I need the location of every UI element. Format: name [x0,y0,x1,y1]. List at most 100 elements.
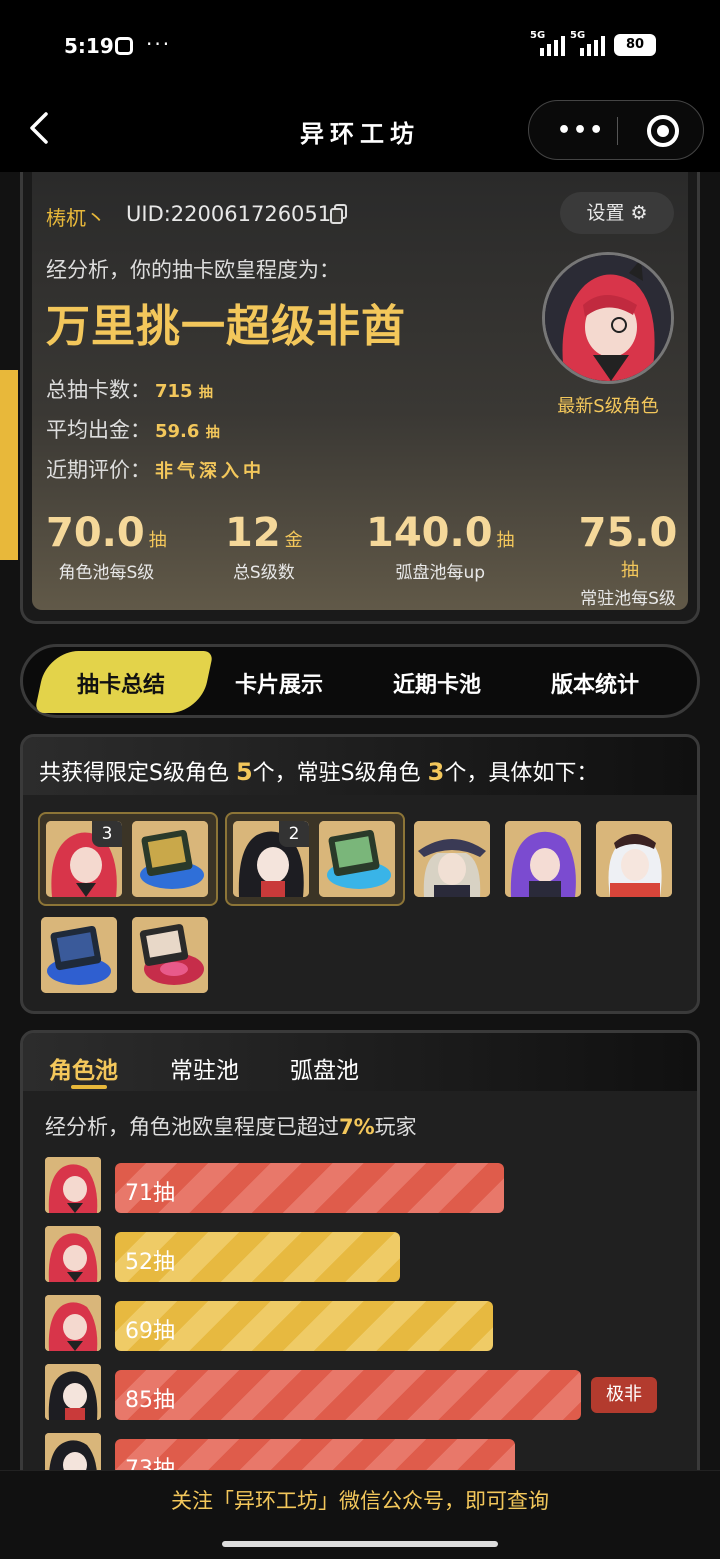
user-name: 梼杌丶 [46,206,106,230]
character-avatar [45,1157,101,1213]
pull-bar-row: 69抽 [45,1295,675,1353]
footer: 关注「异环工坊」微信公众号，即可查询 [0,1470,720,1559]
pull-bar-label: 71抽 [125,1181,175,1206]
pull-bar: 52抽 [115,1232,400,1282]
disc-image [319,821,395,897]
stat-label: 角色池每S级 [58,563,155,583]
stat-unit: 抽 [621,560,639,581]
stat-label: 常驻池每S级 [580,589,676,609]
pull-bar: 69抽 [115,1301,493,1351]
background-accent [0,370,18,560]
stat-value: 70.0 [46,510,145,556]
footer-notice: 关注「异环工坊」微信公众号，即可查询 [171,1489,549,1513]
pull-bar-label: 85抽 [125,1388,175,1413]
miniprogram-capsule: ••• [528,100,704,160]
disc-image [132,917,208,993]
stat-unit: 金 [284,530,303,551]
avg-pulls-unit: 抽 [205,425,220,441]
disc-thumb[interactable] [319,821,395,897]
disc-image [41,917,117,993]
stat-role-pool: 70.0 抽 角色池每S级 [46,510,167,583]
pull-bar: 85抽 [115,1370,581,1420]
card-header: 共获得限定S级角色 5个，常驻S级角色 3个，具体如下： [23,737,697,795]
status-more-dots: ··· [146,32,172,56]
notification-icon [115,37,133,55]
character-group: 2 [225,812,405,906]
character-avatar [45,1295,101,1351]
character-thumb[interactable] [414,821,490,897]
nav-bar: 异环工坊 ••• [0,92,720,172]
character-avatar [45,1364,101,1420]
pool-luck-summary: 经分析，角色池欧皇程度已超过7%玩家 [45,1111,417,1141]
pool-tab-underline [71,1085,107,1089]
pool-tabs: 角色池 常驻池 弧盘池 [23,1033,697,1091]
duplicate-count-badge: 3 [92,821,122,847]
avg-pulls-row: 平均出金： 59.6 抽 [46,414,220,444]
pool-tab-disc[interactable]: 弧盘池 [290,1051,359,1085]
analysis-intro: 经分析，你的抽卡欧皇程度为： [46,258,340,282]
pool-summary-text-2: 玩家 [374,1115,417,1139]
pull-bar-label: 69抽 [125,1319,175,1344]
tab-recent-pools[interactable]: 近期卡池 [393,667,481,699]
signal-label-2: 5G [570,30,586,41]
obtained-summary: 共获得限定S级角色 5个，常驻S级角色 3个，具体如下： [39,755,598,787]
avg-pulls-value: 59.6 [155,421,200,442]
profile-card: 梼杌丶 UID:220061726051 设置 ⚙ 经分析，你的抽卡欧皇程度为：… [32,172,688,610]
stat-value: 140.0 [366,510,493,556]
latest-s-character-label: 最新S级角色 [557,396,659,417]
luck-rating-headline: 万里挑一超级非酋 [46,301,406,352]
unlucky-tag: 极非 [591,1377,657,1413]
main-tabs: 抽卡总结 卡片展示 近期卡池 版本统计 [20,644,700,718]
disc-thumb[interactable] [41,917,117,993]
character-image [505,821,581,897]
stat-label: 总S级数 [232,563,295,583]
obtained-text-3: 个，具体如下： [444,761,599,786]
recent-rating-row: 近期评价： 非气深入中 [46,454,265,484]
obtained-text-1: 共获得限定S级角色 [39,761,229,786]
disc-image [132,821,208,897]
latest-s-character-avatar[interactable] [542,252,674,384]
character-thumb[interactable] [505,821,581,897]
disc-thumb[interactable] [132,917,208,993]
pull-bar-label: 52抽 [125,1250,175,1275]
tab-version-stats[interactable]: 版本统计 [551,667,639,699]
tab-summary[interactable]: 抽卡总结 [77,667,165,699]
stat-standard-pool: 75.0 抽 常驻池每S级 [568,510,688,609]
copy-icon[interactable] [330,204,348,224]
stat-disc-pool: 140.0 抽 弧盘池每up [366,510,515,583]
recent-rating-value: 非气深入中 [155,461,265,482]
more-menu-button[interactable]: ••• [557,118,605,143]
pool-tab-character[interactable]: 角色池 [49,1051,118,1085]
character-thumb[interactable]: 3 [46,821,122,897]
pool-summary-text-1: 经分析，角色池欧皇程度已超过 [45,1115,339,1139]
close-miniprogram-icon[interactable] [647,115,679,147]
pull-bar-row: 71抽 [45,1157,675,1215]
character-avatar [45,1226,101,1282]
avg-pulls-label: 平均出金： [46,418,151,442]
battery-icon: 80 [614,34,656,56]
status-time: 5:19 [64,34,114,58]
tab-cards[interactable]: 卡片展示 [235,667,323,699]
character-group: 3 [38,812,218,906]
stat-value: 75.0 [578,510,678,556]
total-pulls-row: 总抽卡数： 715 抽 [46,374,213,404]
pull-bar: 71抽 [115,1163,504,1213]
character-image [596,821,672,897]
stat-total-s: 12 金 总S级数 [225,510,303,583]
stat-value: 12 [225,510,281,556]
pool-tab-standard[interactable]: 常驻池 [170,1051,239,1085]
total-pulls-unit: 抽 [198,385,213,401]
settings-button[interactable]: 设置 ⚙ [560,192,674,234]
signal-label-1: 5G [530,30,546,41]
disc-thumb[interactable] [132,821,208,897]
stat-label: 弧盘池每up [395,563,486,583]
recent-rating-label: 近期评价： [46,458,151,482]
status-bar: 5:19 ··· 5G 5G 80 [0,0,720,92]
obtained-text-2: 个，常驻S级角色 [252,761,421,786]
stat-unit: 抽 [148,530,167,551]
character-thumb[interactable]: 2 [233,821,309,897]
stat-unit: 抽 [496,530,515,551]
character-thumb[interactable] [596,821,672,897]
pull-bar-row: 85抽 极非 [45,1364,675,1422]
total-pulls-label: 总抽卡数： [46,378,151,402]
